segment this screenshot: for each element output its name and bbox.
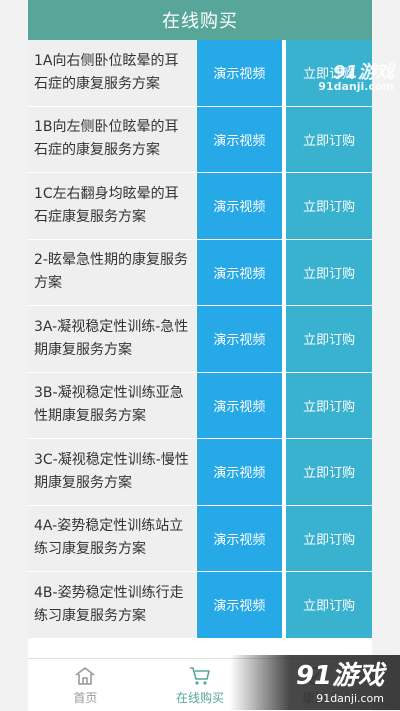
plan-list: 1A向右侧卧位眩晕的耳石症的康复服务方案 演示视频 立即订购 1B向左侧卧位眩晕… — [28, 40, 372, 639]
buy-now-button[interactable]: 立即订购 — [286, 173, 372, 239]
plan-name: 3C-凝视稳定性训练-慢性期康复服务方案 — [28, 439, 196, 505]
page-title: 在线购买 — [28, 0, 372, 40]
buy-now-button[interactable]: 立即订购 — [286, 306, 372, 372]
page-title-text: 在线购买 — [162, 11, 238, 32]
tab-label: 在线购买 — [176, 690, 225, 705]
list-item: 3B-凝视稳定性训练亚急性期康复服务方案 演示视频 立即订购 — [28, 372, 372, 439]
plan-name: 1B向左侧卧位眩晕的耳石症的康复服务方案 — [28, 106, 196, 172]
buy-now-button[interactable]: 立即订购 — [286, 106, 372, 172]
buy-now-button[interactable]: 立即订购 — [286, 505, 372, 571]
buy-now-button[interactable]: 立即订购 — [286, 372, 372, 438]
demo-video-button[interactable]: 演示视频 — [195, 505, 283, 571]
plan-name: 3B-凝视稳定性训练亚急性期康复服务方案 — [28, 372, 196, 438]
buy-now-button[interactable]: 立即订购 — [286, 439, 372, 505]
list-item: 1B向左侧卧位眩晕的耳石症的康复服务方案 演示视频 立即订购 — [28, 106, 372, 173]
watermark-url: 91danji.com — [316, 692, 384, 705]
list-item: 3C-凝视稳定性训练-慢性期康复服务方案 演示视频 立即订购 — [28, 439, 372, 506]
watermark-logo-top: 91游戏 91danji.com — [318, 62, 394, 94]
watermark-brand: 91游戏 — [332, 62, 394, 83]
plan-name: 3A-凝视稳定性训练-急性期康复服务方案 — [28, 306, 196, 372]
demo-video-button[interactable]: 演示视频 — [195, 306, 283, 372]
cart-icon — [190, 666, 210, 685]
tab-label: 首页 — [73, 690, 98, 705]
list-item: 2-眩晕急性期的康复服务方案 演示视频 立即订购 — [28, 239, 372, 306]
demo-video-button[interactable]: 演示视频 — [195, 40, 283, 106]
demo-video-button[interactable]: 演示视频 — [195, 572, 283, 638]
demo-video-button[interactable]: 演示视频 — [195, 106, 283, 172]
tab-home[interactable]: 首页 — [28, 659, 143, 711]
watermark-url: 91danji.com — [318, 80, 394, 93]
list-item: 4B-姿势稳定性训练行走练习康复服务方案 演示视频 立即订购 — [28, 572, 372, 639]
demo-video-button[interactable]: 演示视频 — [195, 173, 283, 239]
plan-name: 1C左右翻身均眩晕的耳石症康复服务方案 — [28, 173, 196, 239]
demo-video-button[interactable]: 演示视频 — [195, 239, 283, 305]
plan-name: 4A-姿势稳定性训练站立练习康复服务方案 — [28, 505, 196, 571]
demo-video-button[interactable]: 演示视频 — [195, 439, 283, 505]
plan-name: 4B-姿势稳定性训练行走练习康复服务方案 — [28, 572, 196, 638]
buy-now-button[interactable]: 立即订购 — [286, 239, 372, 305]
app-frame: 在线购买 1A向右侧卧位眩晕的耳石症的康复服务方案 演示视频 立即订购 1B向左… — [28, 0, 372, 711]
list-item: 1C左右翻身均眩晕的耳石症康复服务方案 演示视频 立即订购 — [28, 173, 372, 240]
plan-name: 2-眩晕急性期的康复服务方案 — [28, 239, 196, 305]
watermark-brand: 91游戏 — [295, 661, 384, 691]
buy-now-button[interactable]: 立即订购 — [286, 572, 372, 638]
plan-name: 1A向右侧卧位眩晕的耳石症的康复服务方案 — [28, 40, 196, 106]
home-icon — [75, 666, 95, 685]
list-item: 3A-凝视稳定性训练-急性期康复服务方案 演示视频 立即订购 — [28, 306, 372, 373]
list-item: 4A-姿势稳定性训练站立练习康复服务方案 演示视频 立即订购 — [28, 505, 372, 572]
watermark-logo-bottom: 91游戏 91danji.com — [230, 655, 400, 710]
demo-video-button[interactable]: 演示视频 — [195, 372, 283, 438]
